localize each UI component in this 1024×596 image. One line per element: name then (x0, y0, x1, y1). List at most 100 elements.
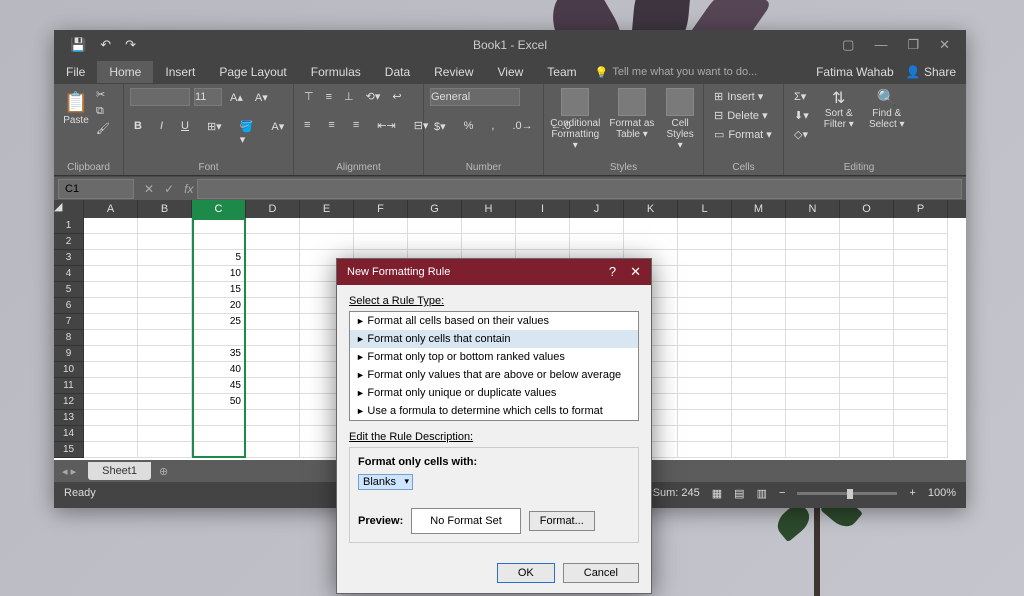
row-header[interactable]: 13 (54, 410, 84, 426)
fill-icon[interactable]: ⬇▾ (790, 107, 813, 124)
cell[interactable] (84, 218, 138, 234)
cell[interactable] (138, 442, 192, 458)
undo-icon[interactable]: ↶ (100, 37, 111, 53)
cell[interactable] (732, 378, 786, 394)
cancel-button[interactable]: Cancel (563, 563, 639, 583)
align-center-icon[interactable]: ≡ (324, 117, 338, 134)
cell[interactable] (138, 282, 192, 298)
cell[interactable] (84, 346, 138, 362)
column-header[interactable]: F (354, 200, 408, 218)
cell[interactable]: 15 (192, 282, 246, 298)
dialog-close-icon[interactable]: ✕ (630, 264, 641, 280)
increase-font-icon[interactable]: A▴ (226, 89, 247, 106)
cell[interactable] (786, 250, 840, 266)
increase-decimal-icon[interactable]: .0→ (508, 118, 536, 135)
cell[interactable] (894, 426, 948, 442)
cell[interactable]: 45 (192, 378, 246, 394)
cell[interactable]: 5 (192, 250, 246, 266)
cell[interactable] (732, 410, 786, 426)
cell[interactable] (570, 234, 624, 250)
cell[interactable] (786, 426, 840, 442)
cell[interactable] (894, 298, 948, 314)
cell[interactable] (192, 218, 246, 234)
format-button[interactable]: Format... (529, 511, 595, 531)
cell[interactable] (678, 218, 732, 234)
cell[interactable] (840, 378, 894, 394)
cell[interactable] (840, 298, 894, 314)
row-header[interactable]: 11 (54, 378, 84, 394)
cell[interactable] (84, 250, 138, 266)
wrap-text-icon[interactable]: ↩ (388, 88, 405, 105)
cell[interactable] (840, 234, 894, 250)
cell[interactable] (732, 330, 786, 346)
cell[interactable] (678, 330, 732, 346)
save-icon[interactable]: 💾 (70, 37, 86, 53)
underline-button[interactable]: U (177, 118, 193, 148)
cell[interactable] (246, 266, 300, 282)
cell[interactable] (462, 234, 516, 250)
cell[interactable] (732, 298, 786, 314)
column-header[interactable]: I (516, 200, 570, 218)
cell[interactable] (678, 250, 732, 266)
sort-filter-button[interactable]: ⇅Sort & Filter ▾ (817, 88, 861, 130)
cell[interactable] (246, 394, 300, 410)
cell[interactable] (840, 266, 894, 282)
zoom-out-button[interactable]: − (779, 487, 785, 499)
zoom-level[interactable]: 100% (928, 487, 956, 499)
comma-icon[interactable]: , (487, 118, 498, 135)
cell[interactable] (732, 250, 786, 266)
cut-icon[interactable]: ✂ (96, 88, 110, 101)
cell[interactable] (138, 250, 192, 266)
cell[interactable] (678, 442, 732, 458)
cell[interactable] (84, 362, 138, 378)
cell[interactable] (894, 314, 948, 330)
add-sheet-button[interactable]: ⊕ (159, 465, 168, 478)
cell[interactable] (300, 234, 354, 250)
cell[interactable] (786, 394, 840, 410)
row-header[interactable]: 7 (54, 314, 84, 330)
column-header[interactable]: L (678, 200, 732, 218)
bold-button[interactable]: B (130, 118, 146, 148)
column-header[interactable]: J (570, 200, 624, 218)
cell[interactable]: 40 (192, 362, 246, 378)
cell[interactable] (570, 218, 624, 234)
tab-page-layout[interactable]: Page Layout (207, 61, 298, 83)
cell[interactable] (786, 346, 840, 362)
cell[interactable] (786, 218, 840, 234)
tab-view[interactable]: View (486, 61, 536, 83)
cell[interactable] (894, 250, 948, 266)
cell[interactable] (138, 346, 192, 362)
cell[interactable] (462, 218, 516, 234)
cell[interactable] (516, 234, 570, 250)
cell[interactable] (192, 442, 246, 458)
column-header[interactable]: K (624, 200, 678, 218)
view-page-break-icon[interactable]: ▥ (757, 487, 767, 500)
cell[interactable] (192, 234, 246, 250)
cell[interactable] (894, 282, 948, 298)
align-left-icon[interactable]: ≡ (300, 117, 314, 134)
fill-color-icon[interactable]: 🪣▾ (236, 118, 258, 148)
cell[interactable] (840, 282, 894, 298)
column-header[interactable]: G (408, 200, 462, 218)
row-header[interactable]: 2 (54, 234, 84, 250)
cell[interactable] (84, 330, 138, 346)
cell[interactable] (894, 362, 948, 378)
cell[interactable] (138, 314, 192, 330)
minimize-icon[interactable]: — (874, 37, 887, 53)
cell[interactable] (678, 234, 732, 250)
cell[interactable] (678, 362, 732, 378)
tab-formulas[interactable]: Formulas (299, 61, 373, 83)
align-bottom-icon[interactable]: ⊥ (340, 88, 358, 105)
redo-icon[interactable]: ↷ (125, 37, 136, 53)
row-header[interactable]: 4 (54, 266, 84, 282)
rule-type-item[interactable]: Format only unique or duplicate values (350, 384, 638, 402)
column-header[interactable]: A (84, 200, 138, 218)
cell-styles-button[interactable]: Cell Styles ▾ (663, 88, 697, 151)
sheet-nav-arrows[interactable]: ◂ ▸ (54, 465, 84, 478)
cell[interactable] (840, 426, 894, 442)
cell[interactable]: 35 (192, 346, 246, 362)
cell[interactable] (840, 218, 894, 234)
orientation-icon[interactable]: ⟲▾ (362, 88, 385, 105)
align-top-icon[interactable]: ⊤ (300, 88, 318, 105)
column-header[interactable]: B (138, 200, 192, 218)
